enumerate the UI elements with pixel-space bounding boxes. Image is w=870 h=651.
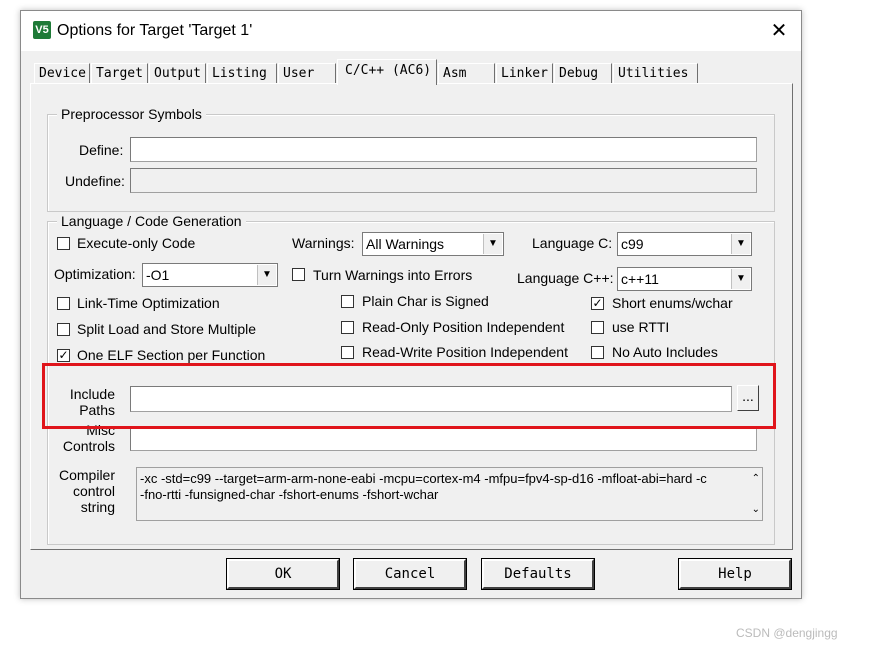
title-bar: V5 Options for Target 'Target 1' ✕ <box>21 11 801 51</box>
tab-device[interactable]: Device <box>34 63 90 83</box>
rwpi-checkbox[interactable] <box>341 346 354 359</box>
rtti-label: use RTTI <box>612 319 670 335</box>
misc-controls-input[interactable] <box>130 426 757 451</box>
language-cpp-value: c++11 <box>621 271 659 287</box>
ropi-label: Read-Only Position Independent <box>362 319 565 335</box>
one-elf-checkbox[interactable]: ✓ <box>57 349 70 362</box>
tab-utilities[interactable]: Utilities <box>613 63 698 83</box>
execute-only-label: Execute-only Code <box>77 235 196 251</box>
tab-user[interactable]: User <box>278 63 336 83</box>
tab-linker[interactable]: Linker <box>496 63 553 83</box>
chevron-down-icon: ▼ <box>731 269 750 289</box>
chevron-down-icon: ▼ <box>483 234 502 254</box>
short-enums-checkbox[interactable]: ✓ <box>591 297 604 310</box>
link-time-label: Link-Time Optimization <box>77 295 220 311</box>
compiler-line-2: -fno-rtti -funsigned-char -fshort-enums … <box>140 487 439 502</box>
language-group-label: Language / Code Generation <box>57 213 246 229</box>
tab-debug[interactable]: Debug <box>554 63 612 83</box>
turn-warnings-label: Turn Warnings into Errors <box>313 267 473 283</box>
compiler-control-text[interactable]: -xc -std=c99 --target=arm-arm-none-eabi … <box>136 467 763 521</box>
defaults-button[interactable]: Defaults <box>481 558 595 590</box>
plain-char-label: Plain Char is Signed <box>362 293 489 309</box>
plain-char-checkbox[interactable] <box>341 295 354 308</box>
preprocessor-group <box>47 114 775 212</box>
no-auto-checkbox[interactable] <box>591 346 604 359</box>
define-input[interactable] <box>130 137 757 162</box>
compiler-line-1: -xc -std=c99 --target=arm-arm-none-eabi … <box>140 471 707 486</box>
chevron-down-icon: ▼ <box>257 265 276 285</box>
split-load-checkbox[interactable] <box>57 323 70 336</box>
no-auto-label: No Auto Includes <box>612 344 718 360</box>
preprocessor-group-label: Preprocessor Symbols <box>57 106 206 122</box>
optimization-value: -O1 <box>146 267 170 283</box>
language-c-label: Language C: <box>532 235 613 251</box>
tab-listing[interactable]: Listing <box>207 63 277 83</box>
undefine-label: Undefine: <box>65 173 125 189</box>
highlight-box <box>42 363 776 429</box>
language-c-value: c99 <box>621 236 644 252</box>
language-cpp-select[interactable]: c++11 ▼ <box>617 267 752 291</box>
close-icon[interactable]: ✕ <box>765 19 793 43</box>
rtti-checkbox[interactable] <box>591 321 604 334</box>
warnings-select[interactable]: All Warnings ▼ <box>362 232 504 256</box>
define-label: Define: <box>79 142 124 158</box>
one-elf-label: One ELF Section per Function <box>77 347 266 363</box>
ropi-checkbox[interactable] <box>341 321 354 334</box>
split-load-label: Split Load and Store Multiple <box>77 321 256 337</box>
window-title: Options for Target 'Target 1' <box>57 22 253 39</box>
tab-cc-ac6[interactable]: C/C++ (AC6) <box>337 59 437 85</box>
rwpi-label: Read-Write Position Independent <box>362 344 568 360</box>
options-dialog: V5 Options for Target 'Target 1' ✕ Devic… <box>20 10 802 599</box>
app-icon: V5 <box>33 21 51 39</box>
link-time-checkbox[interactable] <box>57 297 70 310</box>
warnings-label: Warnings: <box>292 235 355 251</box>
language-cpp-label: Language C++: <box>517 270 614 286</box>
execute-only-checkbox[interactable] <box>57 237 70 250</box>
cancel-button[interactable]: Cancel <box>353 558 467 590</box>
ok-button[interactable]: OK <box>226 558 340 590</box>
scroll-down-icon[interactable]: ⌄ <box>752 502 760 518</box>
optimization-label: Optimization: <box>54 266 136 282</box>
tab-target[interactable]: Target <box>91 63 148 83</box>
compiler-control-label: Compiler control string <box>58 467 115 515</box>
tab-asm[interactable]: Asm <box>438 63 495 83</box>
watermark: CSDN @dengjingg <box>736 626 838 640</box>
turn-warnings-checkbox[interactable] <box>292 268 305 281</box>
chevron-down-icon: ▼ <box>731 234 750 254</box>
tab-output[interactable]: Output <box>149 63 206 83</box>
scroll-up-icon[interactable]: ⌃ <box>752 471 760 487</box>
warnings-value: All Warnings <box>366 236 445 252</box>
help-button[interactable]: Help <box>678 558 792 590</box>
optimization-select[interactable]: -O1 ▼ <box>142 263 278 287</box>
short-enums-label: Short enums/wchar <box>612 295 733 311</box>
undefine-input[interactable] <box>130 168 757 193</box>
language-c-select[interactable]: c99 ▼ <box>617 232 752 256</box>
